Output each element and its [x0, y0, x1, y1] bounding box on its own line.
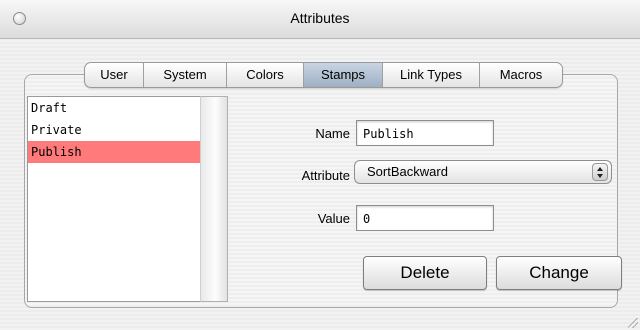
- attribute-label: Attribute: [301, 168, 350, 183]
- attribute-select[interactable]: SortBackward: [354, 160, 612, 184]
- attribute-select-value: SortBackward: [367, 164, 448, 179]
- attributes-window: Attributes User System Colors Stamps Lin…: [0, 0, 640, 330]
- tab-system[interactable]: System: [144, 63, 227, 87]
- list-scrollbar[interactable]: [200, 96, 228, 302]
- list-item-publish[interactable]: Publish: [28, 141, 200, 163]
- delete-button[interactable]: Delete: [363, 256, 487, 290]
- list-item-private[interactable]: Private: [28, 119, 200, 141]
- window-title: Attributes: [290, 10, 350, 26]
- tab-colors[interactable]: Colors: [227, 63, 304, 87]
- name-field[interactable]: Publish: [356, 120, 494, 146]
- select-arrows-icon: [592, 163, 608, 181]
- list-item-draft[interactable]: Draft: [28, 97, 200, 119]
- tab-link-types[interactable]: Link Types: [383, 63, 480, 87]
- resize-grip-icon[interactable]: [628, 318, 638, 328]
- tab-user[interactable]: User: [85, 63, 144, 87]
- name-label: Name: [315, 126, 350, 141]
- value-field[interactable]: 0: [356, 205, 494, 231]
- stamps-list[interactable]: Draft Private Publish: [27, 96, 201, 302]
- tab-macros[interactable]: Macros: [480, 63, 562, 87]
- change-button[interactable]: Change: [496, 256, 622, 290]
- tab-stamps[interactable]: Stamps: [304, 63, 383, 87]
- tab-bar: User System Colors Stamps Link Types Mac…: [84, 62, 563, 88]
- value-label: Value: [317, 211, 350, 226]
- title-bar[interactable]: Attributes: [0, 0, 640, 39]
